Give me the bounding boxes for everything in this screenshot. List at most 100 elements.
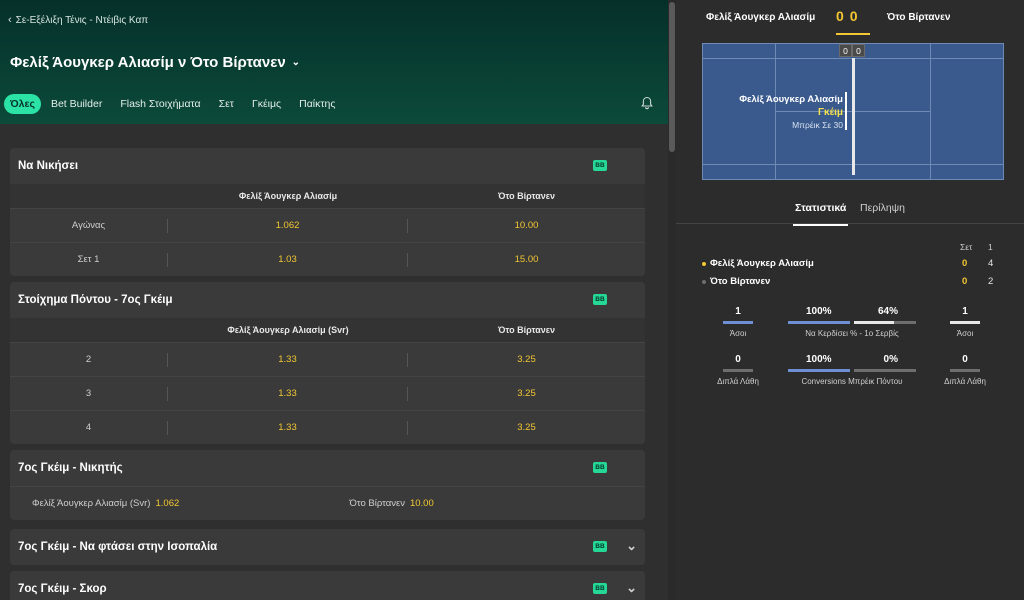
selection-name: Ότο Βίρτανεν — [349, 498, 405, 509]
selection-name: Φελίξ Άουγκερ Αλιασίμ (Svr) — [32, 498, 151, 509]
breadcrumb-text[interactable]: Σε-Εξέλιξη Τένις - Ντέιβις Καπ — [16, 15, 148, 26]
stat-bar — [723, 369, 753, 372]
stat-label: Διπλά Λάθη — [717, 377, 759, 386]
odds-row: Φελίξ Άουγκερ Αλιασίμ (Svr) 1.062 Ότο Βί… — [10, 486, 645, 520]
odds-button[interactable]: 1.33 — [168, 420, 408, 435]
stats-player-row: Ότο Βίρτανεν — [702, 276, 770, 287]
column-header: Φελίξ Άουγκερ Αλιασίμ Ότο Βίρτανεν — [10, 184, 645, 208]
stat-label: Να Κερδίσει % - 1ο Σερβίς — [805, 329, 899, 338]
scrollbar-thumb[interactable] — [669, 2, 675, 152]
odds-button[interactable]: 10.00 — [408, 220, 645, 231]
odds-cell[interactable]: Ότο Βίρτανεν 10.00 — [328, 498, 646, 509]
tab-all[interactable]: Όλες — [4, 94, 41, 114]
chevron-down-icon[interactable]: ⌄ — [626, 580, 637, 596]
odds-button[interactable]: 15.00 — [408, 254, 645, 265]
stat-bars — [786, 317, 918, 329]
stats-tabs: Στατιστικά Περίληψη — [676, 196, 1024, 226]
odds-button[interactable]: 1.03 — [168, 252, 408, 267]
court-detail: Μπρέικ Σε 30 — [792, 120, 843, 130]
market-title[interactable]: Στοίχημα Πόντου - 7ος Γκέιμ BB — [10, 282, 645, 318]
odds-button[interactable]: 3.25 — [408, 422, 645, 433]
set-games: 2 — [988, 276, 994, 287]
bet-builder-badge: BB — [593, 160, 607, 171]
court-score: 0 0 — [839, 44, 865, 57]
match-title-text: Φελίξ Άουγκερ Αλιασίμ ν Ότο Βίρτανεν — [10, 54, 286, 71]
chevron-down-icon: ⌄ — [291, 57, 301, 68]
match-header: ‹ Σε-Εξέλιξη Τένις - Ντέιβις Καπ Φελίξ Ά… — [0, 0, 668, 124]
stat-bar — [788, 321, 850, 324]
stat-bar-fill — [854, 321, 894, 324]
stat-bar-fill — [788, 369, 850, 372]
set-games: 4 — [988, 258, 994, 269]
odds-button[interactable]: 3.25 — [408, 388, 645, 399]
market-title-text: Στοίχημα Πόντου - 7ος Γκέιμ — [18, 294, 173, 306]
stat-first-serve: 100% 64% Να Κερδίσει % - 1ο Σερβίς — [786, 306, 918, 338]
page-title[interactable]: Φελίξ Άουγκερ Αλιασίμ ν Ότο Βίρτανεν ⌄ — [10, 54, 300, 71]
odds-value[interactable]: 10.00 — [410, 498, 434, 509]
set-header-label: Σετ — [960, 242, 973, 252]
market-title[interactable]: 7ος Γκέιμ - Να φτάσει στην Ισοπαλία BB ⌄ — [10, 529, 645, 565]
court-net — [852, 58, 855, 175]
stats-player-row: Φελίξ Άουγκερ Αλιασίμ — [702, 258, 814, 269]
table-row: Σετ 1 1.03 15.00 — [10, 242, 645, 276]
row-label: 3 — [10, 386, 168, 401]
stat-bars — [786, 365, 918, 377]
market-winner: Να Νικήσει BB Φελίξ Άουγκερ Αλιασίμ Ότο … — [10, 148, 645, 276]
score-player1: 0 — [836, 8, 850, 24]
court-player: Φελίξ Άουγκερ Αλιασίμ — [739, 94, 843, 105]
table-row: 2 1.33 3.25 — [10, 342, 645, 376]
market-title[interactable]: 7ος Γκέιμ - Σκορ BB ⌄ — [10, 571, 645, 600]
tab-flash[interactable]: Flash Στοιχήματα — [112, 94, 208, 114]
stat-values: 100% 0% — [786, 354, 918, 365]
court-line — [930, 44, 931, 179]
player1-name: Φελίξ Άουγκερ Αλιασίμ — [706, 12, 816, 23]
stat-value: 100% — [806, 354, 832, 365]
market-score[interactable]: 7ος Γκέιμ - Σκορ BB ⌄ — [10, 571, 645, 600]
market-title[interactable]: Να Νικήσει BB — [10, 148, 645, 184]
stat-value: 0 — [735, 354, 741, 365]
tab-sets[interactable]: Σετ — [211, 94, 242, 114]
bet-builder-badge: BB — [593, 294, 607, 305]
table-row: Αγώνας 1.062 10.00 — [10, 208, 645, 242]
tab-statistics[interactable]: Στατιστικά — [792, 202, 849, 226]
stat-break-conversions: 100% 0% Conversions Μπρέικ Πόντου — [786, 354, 918, 386]
tab-player[interactable]: Παίκτης — [291, 94, 343, 114]
stat-values: 100% 64% — [786, 306, 918, 317]
odds-cell[interactable]: Φελίξ Άουγκερ Αλιασίμ (Svr) 1.062 — [10, 498, 328, 509]
market-tabs: Όλες Bet Builder Flash Στοιχήματα Σετ Γκ… — [4, 94, 345, 114]
odds-value[interactable]: 1.062 — [155, 498, 179, 509]
score-underline — [836, 33, 870, 35]
market-title-text: 7ος Γκέιμ - Σκορ — [18, 583, 107, 595]
odds-button[interactable]: 1.062 — [168, 218, 408, 233]
bell-icon[interactable] — [640, 96, 654, 110]
market-point-betting: Στοίχημα Πόντου - 7ος Γκέιμ BB Φελίξ Άου… — [10, 282, 645, 444]
stat-aces-player1: 1 Άσοι — [716, 306, 760, 338]
scoreboard-header: Φελίξ Άουγκερ Αλιασίμ 00 Ότο Βίρτανεν — [676, 0, 1024, 36]
odds-button[interactable]: 3.25 — [408, 354, 645, 365]
court-status: Γκέιμ — [818, 107, 843, 118]
market-deuce[interactable]: 7ος Γκέιμ - Να φτάσει στην Ισοπαλία BB ⌄ — [10, 529, 645, 565]
odds-button[interactable]: 1.33 — [168, 386, 408, 401]
market-title[interactable]: 7ος Γκέιμ - Νικητής BB — [10, 450, 645, 486]
server-dot-icon — [702, 279, 706, 284]
row-label: Σετ 1 — [10, 252, 168, 267]
row-label: Αγώνας — [10, 218, 168, 233]
scrollbar[interactable] — [668, 0, 676, 600]
tab-bet-builder[interactable]: Bet Builder — [43, 94, 110, 114]
stat-bar — [950, 369, 980, 372]
court-info-marker — [845, 92, 847, 130]
tab-summary[interactable]: Περίληψη — [860, 202, 905, 214]
tab-games[interactable]: Γκέιμς — [244, 94, 289, 114]
chevron-down-icon[interactable]: ⌄ — [626, 538, 637, 554]
stat-value: 100% — [806, 306, 832, 317]
breadcrumb[interactable]: ‹ Σε-Εξέλιξη Τένις - Ντέιβις Καπ — [8, 14, 148, 26]
odds-button[interactable]: 1.33 — [168, 352, 408, 367]
stat-bar — [854, 321, 916, 324]
markets-pane: ‹ Σε-Εξέλιξη Τένις - Ντέιβις Καπ Φελίξ Ά… — [0, 0, 668, 600]
table-row: 4 1.33 3.25 — [10, 410, 645, 444]
stat-value: 0 — [962, 354, 968, 365]
stat-label: Conversions Μπρέικ Πόντου — [801, 377, 903, 386]
stats-player-name: Φελίξ Άουγκερ Αλιασίμ — [710, 258, 814, 269]
stat-double-faults-player1: 0 Διπλά Λάθη — [716, 354, 760, 386]
chevron-left-icon: ‹ — [8, 14, 12, 26]
